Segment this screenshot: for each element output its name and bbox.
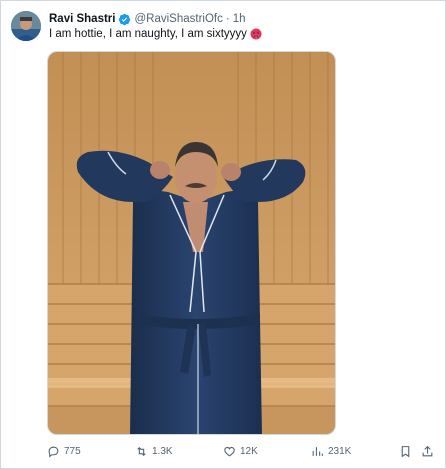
author-name[interactable]: Ravi Shastri <box>49 13 115 25</box>
like-button[interactable]: 12K <box>223 445 258 458</box>
tweet-time[interactable]: 1h <box>233 13 246 25</box>
tweet-text-row: I am hottie, I am naughty, I am sixtyyyy <box>49 28 262 40</box>
reply-icon <box>48 446 59 458</box>
views-chart-icon <box>312 447 323 456</box>
share-button[interactable] <box>421 445 434 458</box>
retweet-count: 1.3K <box>152 446 173 457</box>
heart-icon <box>224 446 235 457</box>
verified-badge-icon <box>119 13 131 25</box>
share-icon <box>422 445 433 457</box>
bookmark-button[interactable] <box>399 445 412 458</box>
separator-dot: · <box>225 13 230 25</box>
like-count: 12K <box>240 446 258 457</box>
author-handle[interactable]: @RaviShastriOfc <box>134 13 222 25</box>
tweet-card: Ravi Shastri @RaviShastriOfc · 1h I am h… <box>0 0 446 469</box>
retweet-icon <box>137 446 146 457</box>
views-button[interactable]: 231K <box>311 445 351 458</box>
bookmark-icon <box>401 446 410 458</box>
reply-count: 775 <box>64 446 81 457</box>
tweet-actions: 775 1.3K 12K 231K <box>47 445 433 461</box>
avatar[interactable] <box>11 11 41 41</box>
views-count: 231K <box>328 446 352 457</box>
tweet-photo[interactable] <box>47 51 336 435</box>
tweet-header: Ravi Shastri @RaviShastriOfc · 1h <box>49 11 246 27</box>
hot-face-emoji-icon <box>250 28 262 40</box>
tweet-text: I am hottie, I am naughty, I am sixtyyyy <box>49 28 247 40</box>
retweet-button[interactable]: 1.3K <box>135 445 173 458</box>
man-in-bathrobe-photo <box>48 52 335 434</box>
reply-button[interactable]: 775 <box>47 445 81 458</box>
